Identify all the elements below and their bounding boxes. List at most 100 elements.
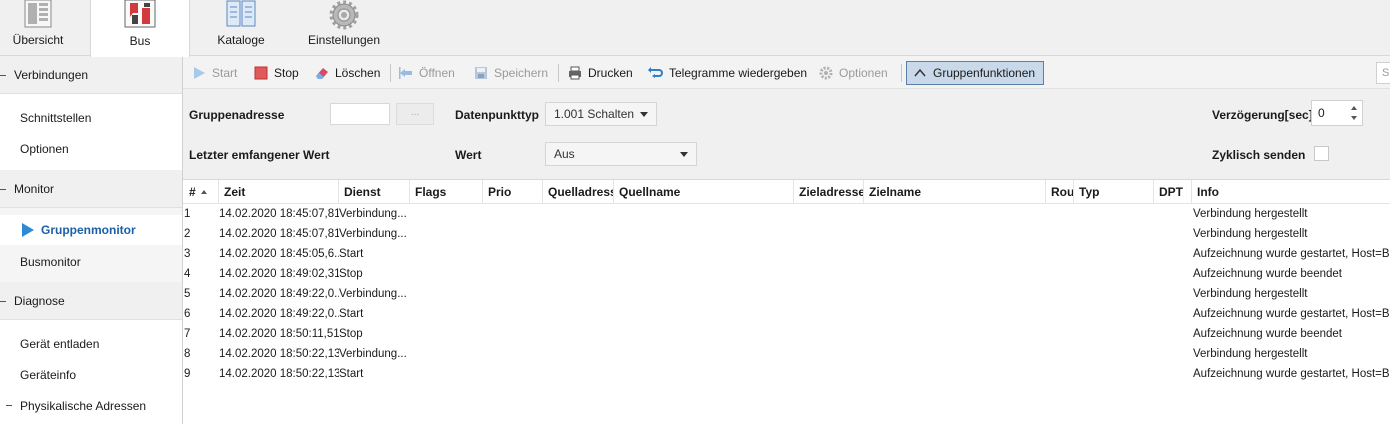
- table-row[interactable]: 4 14.02.2020 18:49:02,313 Stop Aufzeichnung…: [183, 265, 1390, 285]
- sidebar-item-unload-device[interactable]: Gerät entladen: [20, 337, 99, 351]
- sidebar-section-connections[interactable]: Verbindungen: [0, 56, 182, 94]
- tab-overview[interactable]: Übersicht: [0, 0, 76, 56]
- cell-number: 1: [184, 208, 191, 220]
- cell-info: Aufzeichnung wurde gestartet, Host=B: [1193, 368, 1390, 380]
- table-row[interactable]: 2 14.02.2020 18:45:07,814 Verbindung... Ver…: [183, 225, 1390, 245]
- spin-down-icon[interactable]: [1351, 116, 1357, 120]
- sidebar-section-label: Verbindungen: [14, 67, 89, 82]
- sidebar-item-bus-monitor[interactable]: Busmonitor: [20, 255, 81, 269]
- cell-info: Aufzeichnung wurde beendet: [1193, 268, 1342, 280]
- chevron-up-icon: [913, 66, 927, 80]
- cell-info: Aufzeichnung wurde gestartet, Host=B: [1193, 248, 1390, 260]
- cell-time: 14.02.2020 18:50:11,511: [219, 328, 339, 340]
- save-button[interactable]: Speichern: [474, 62, 548, 84]
- sidebar-group-diagnostics: Gerät entladen Geräteinfo Physikalische …: [0, 320, 182, 424]
- search-input[interactable]: Su: [1376, 62, 1390, 84]
- sidebar-item-options[interactable]: Optionen: [20, 142, 69, 156]
- print-button[interactable]: Drucken: [568, 62, 633, 84]
- cell-time: 14.02.2020 18:50:22,134: [219, 348, 339, 360]
- group-address-browse-button[interactable]: ...: [396, 103, 434, 125]
- toolbar: Start Stop Löschen Öffnen Speichern Druc…: [183, 56, 1390, 89]
- replay-label: Telegramme wiedergeben: [669, 66, 808, 80]
- open-button[interactable]: Öffnen: [399, 62, 455, 84]
- value-select[interactable]: Aus: [545, 142, 697, 166]
- cell-time: 14.02.2020 18:45:07,813: [219, 208, 339, 220]
- table-row[interactable]: 6 14.02.2020 18:49:22,0... Start Aufzeichnu…: [183, 305, 1390, 325]
- cell-service: Stop: [339, 328, 363, 340]
- sidebar-item-group-monitor-label: Gruppenmonitor: [41, 223, 136, 237]
- spin-up-icon[interactable]: [1351, 106, 1357, 110]
- datapoint-type-select[interactable]: 1.001 Schalten: [545, 102, 657, 126]
- chevron-down-icon: [680, 152, 688, 157]
- telegram-grid: # Zeit Dienst Flags Prio Quelladresse Qu…: [183, 180, 1390, 424]
- open-label: Öffnen: [419, 66, 455, 80]
- sidebar-group-monitor: Gruppenmonitor Busmonitor: [0, 208, 182, 282]
- tab-bus-label: Bus: [129, 34, 151, 48]
- tab-overview-label: Übersicht: [12, 33, 64, 47]
- table-row[interactable]: 5 14.02.2020 18:49:22,0... Verbindung... Ve…: [183, 285, 1390, 305]
- column-header-number[interactable]: #: [183, 180, 219, 204]
- table-row[interactable]: 3 14.02.2020 18:45:05,6... Start Aufzeichnu…: [183, 245, 1390, 265]
- open-icon: [399, 66, 413, 80]
- cell-number: 8: [184, 348, 191, 360]
- cell-time: 14.02.2020 18:45:07,814: [219, 228, 339, 240]
- table-row[interactable]: 8 14.02.2020 18:50:22,134 Verbindung... Ver…: [183, 345, 1390, 365]
- sort-ascending-icon: [200, 190, 207, 194]
- column-header-source-address[interactable]: Quelladresse: [543, 180, 614, 204]
- delay-label: Verzögerung[sec]: [1212, 108, 1313, 122]
- column-header-service[interactable]: Dienst: [339, 180, 410, 204]
- top-navigation: Übersicht Bus Kataloge Einstellungen: [0, 0, 1390, 57]
- overview-icon: [24, 0, 52, 28]
- group-functions-button[interactable]: Gruppenfunktionen: [906, 61, 1044, 85]
- column-header-target-address[interactable]: Zieladresse: [794, 180, 864, 204]
- column-header-target-name[interactable]: Zielname: [864, 180, 1046, 204]
- column-header-dpt[interactable]: DPT: [1154, 180, 1192, 204]
- start-button[interactable]: Start: [192, 62, 237, 84]
- cell-time: 14.02.2020 18:49:22,0...: [219, 288, 339, 300]
- column-header-time[interactable]: Zeit: [219, 180, 339, 204]
- replay-telegrams-button[interactable]: Telegramme wiedergeben: [647, 62, 807, 84]
- floppy-icon: [474, 66, 488, 80]
- table-row[interactable]: 1 14.02.2020 18:45:07,813 Verbindung... Ver…: [183, 205, 1390, 225]
- sidebar-item-group-monitor[interactable]: Gruppenmonitor: [0, 215, 182, 245]
- cell-time: 14.02.2020 18:49:22,0...: [219, 308, 339, 320]
- sidebar-item-device-info[interactable]: Geräteinfo: [20, 368, 76, 382]
- column-header-type[interactable]: Typ: [1074, 180, 1154, 204]
- sidebar-item-physical-addresses[interactable]: Physikalische Adressen: [20, 399, 146, 413]
- cell-number: 4: [184, 268, 191, 280]
- delay-spinner[interactable]: 0: [1311, 100, 1363, 126]
- tab-catalogs[interactable]: Kataloge: [204, 0, 278, 56]
- sidebar-section-monitor[interactable]: Monitor: [0, 170, 182, 208]
- table-row[interactable]: 7 14.02.2020 18:50:11,511 Stop Aufzeichnung…: [183, 325, 1390, 345]
- clear-button[interactable]: Löschen: [315, 62, 380, 84]
- tab-bus[interactable]: Bus: [90, 0, 190, 57]
- options-button[interactable]: Optionen: [819, 62, 888, 84]
- sidebar-item-interfaces[interactable]: Schnittstellen: [20, 111, 91, 125]
- bus-icon: [124, 0, 156, 28]
- replay-icon: [647, 66, 663, 80]
- column-header-source-name[interactable]: Quellname: [614, 180, 794, 204]
- cyclic-send-checkbox[interactable]: [1314, 146, 1329, 161]
- group-address-input[interactable]: [330, 103, 390, 125]
- cell-service: Verbindung...: [339, 348, 407, 360]
- tab-settings[interactable]: Einstellungen: [300, 0, 388, 56]
- cell-time: 14.02.2020 18:50:22,134: [219, 368, 339, 380]
- stop-button[interactable]: Stop: [254, 62, 299, 84]
- column-header-flags[interactable]: Flags: [410, 180, 483, 204]
- gear-icon: [819, 66, 833, 80]
- column-header-routing[interactable]: Routing: [1046, 180, 1074, 204]
- table-row[interactable]: 9 14.02.2020 18:50:22,134 Start Aufzeichnun…: [183, 365, 1390, 385]
- options-label: Optionen: [839, 66, 888, 80]
- toolbar-separator: [558, 64, 559, 82]
- column-header-info[interactable]: Info: [1192, 180, 1390, 204]
- sidebar-section-diagnostics[interactable]: Diagnose: [0, 282, 182, 320]
- cell-info: Aufzeichnung wurde beendet: [1193, 328, 1342, 340]
- stop-label: Stop: [274, 66, 299, 80]
- cell-number: 2: [184, 228, 191, 240]
- clear-label: Löschen: [335, 66, 381, 80]
- column-header-priority[interactable]: Prio: [483, 180, 543, 204]
- printer-icon: [568, 66, 582, 80]
- last-value-label: Letzter emfangener Wert: [189, 148, 330, 162]
- datapoint-type-label: Datenpunkttyp: [455, 108, 539, 122]
- chevron-down-icon: [640, 112, 648, 117]
